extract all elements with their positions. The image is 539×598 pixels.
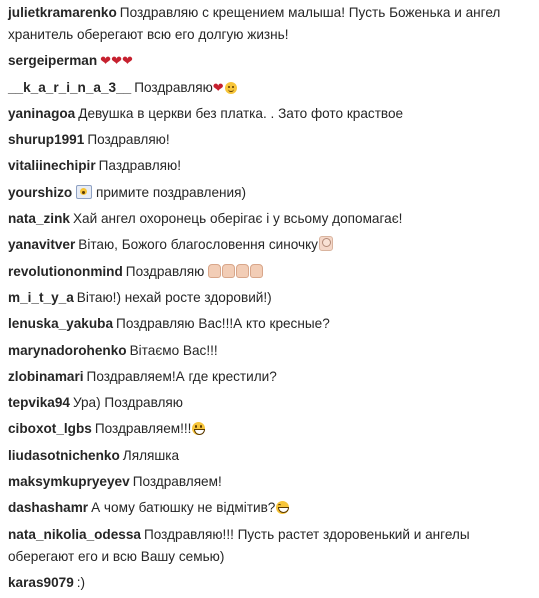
comment-item: sergeiperman ❤❤❤: [8, 50, 532, 72]
clapping-hands-icon: [250, 263, 264, 278]
comment-item: julietkramarenko Поздравляю с крещением м…: [8, 2, 532, 46]
clapping-hands-icon: [208, 263, 222, 278]
comment-username[interactable]: shurup1991: [8, 132, 84, 147]
comment-username[interactable]: zlobinamari: [8, 369, 84, 384]
comment-username[interactable]: m_i_t_y_a: [8, 290, 74, 305]
comment-username[interactable]: ciboxot_lgbs: [8, 421, 92, 436]
comment-item: lenuska_yakuba Поздравляю Вас!!!А кто кре…: [8, 313, 532, 335]
comment-username[interactable]: dashashamr: [8, 500, 88, 515]
comment-text: примите поздравления): [95, 184, 246, 200]
comment-item: __k_a_r_i_n_a_3__ Поздравляю❤: [8, 77, 532, 99]
laughing-face-icon: [276, 501, 290, 515]
comment-item: ciboxot_lgbs Поздравляем!!!: [8, 418, 532, 440]
comment-item: shurup1991 Поздравляю!: [8, 129, 532, 151]
comment-username[interactable]: julietkramarenko: [8, 5, 117, 20]
comment-username[interactable]: revolutiononmind: [8, 264, 123, 279]
comment-text: Вітаю!) нехай росте здоровий!): [76, 289, 272, 305]
comment-username[interactable]: yaninagoa: [8, 106, 75, 121]
baby-icon: [318, 236, 333, 252]
comment-text: Поздравляю Вас!!!А кто кресные?: [116, 316, 330, 332]
comment-item: yourshizo примите поздравления): [8, 182, 532, 204]
comment-text: Хай ангел охоронець оберігає і у всьому …: [72, 211, 403, 227]
comment-text: Паздравляю!: [98, 158, 181, 174]
comment-text: Поздравляем!: [132, 474, 222, 490]
clapping-hands-icon: [236, 263, 250, 278]
comment-item: yaninagoa Девушка в церкви без платка. . …: [8, 103, 532, 125]
comment-text: Вітаю, Божого благословення синочку: [78, 237, 318, 253]
comment-text: А чому батюшку не відмітив?: [91, 500, 276, 516]
screaming-face-icon: [76, 184, 93, 199]
comment-username[interactable]: nata_zink: [8, 211, 70, 226]
comment-text: Поздравляю!: [87, 132, 170, 148]
comment-username[interactable]: vitaliinechipir: [8, 158, 96, 173]
comment-item: m_i_t_y_a Вітаю!) нехай росте здоровий!): [8, 287, 532, 309]
comment-item: zlobinamari Поздравляем!А где крестили?: [8, 366, 532, 388]
comment-item: vitaliinechipir Паздравляю!: [8, 155, 532, 177]
comment-item: revolutiononmind Поздравляю: [8, 261, 532, 283]
comment-text: Поздравляю: [134, 79, 213, 95]
comment-text: Девушка в церкви без платка. . Зато фото…: [78, 105, 404, 121]
comment-username[interactable]: tepvika94: [8, 395, 70, 410]
comment-text: Поздравляем!А где крестили?: [86, 368, 277, 384]
comment-text: Поздравляем!!!: [94, 421, 192, 437]
comment-item: tepvika94 Ура) Поздравляю: [8, 392, 532, 414]
red-heart-icon: ❤: [212, 79, 224, 95]
smiling-face-icon: [224, 81, 237, 94]
comment-username[interactable]: sergeiperman: [8, 53, 97, 68]
comment-item: yanavitver Вітаю, Божого благословення си…: [8, 234, 532, 256]
comment-item: nata_nikolia_odessa Поздравляю!!! Пусть р…: [8, 524, 532, 568]
grinning-face-icon: [192, 422, 206, 436]
comment-username[interactable]: nata_nikolia_odessa: [8, 527, 141, 542]
comment-text: Ура) Поздравляю: [72, 395, 183, 411]
comment-item: marynadorohenko Вітаємо Вас!!!: [8, 340, 532, 362]
comment-username[interactable]: __k_a_r_i_n_a_3__: [8, 80, 131, 95]
comment-item: maksymkupryeyev Поздравляем!: [8, 471, 532, 493]
comment-list: julietkramarenko Поздравляю с крещением м…: [8, 2, 532, 598]
comment-username[interactable]: liudasotnichenko: [8, 448, 120, 463]
red-heart-icon: ❤: [121, 53, 133, 69]
comment-username[interactable]: lenuska_yakuba: [8, 316, 113, 331]
comment-text: Ляляшка: [122, 447, 180, 463]
comment-item: liudasotnichenko Ляляшка: [8, 445, 532, 467]
comment-item: nata_zink Хай ангел охоронець оберігає і …: [8, 208, 532, 230]
comment-username[interactable]: karas9079: [8, 575, 74, 590]
comment-username[interactable]: maksymkupryeyev: [8, 474, 130, 489]
comment-username[interactable]: marynadorohenko: [8, 343, 127, 358]
comment-text: Вітаємо Вас!!!: [129, 342, 218, 358]
comment-item: dashashamr А чому батюшку не відмітив?: [8, 497, 532, 519]
comment-text: :): [76, 574, 86, 590]
comment-text: Поздравляю: [125, 263, 205, 279]
red-heart-icon: ❤: [100, 53, 112, 69]
comment-username[interactable]: yanavitver: [8, 237, 75, 252]
clapping-hands-icon: [222, 263, 236, 278]
comment-item: karas9079:): [8, 572, 532, 594]
comment-username[interactable]: yourshizo: [8, 185, 72, 200]
red-heart-icon: ❤: [111, 53, 122, 69]
